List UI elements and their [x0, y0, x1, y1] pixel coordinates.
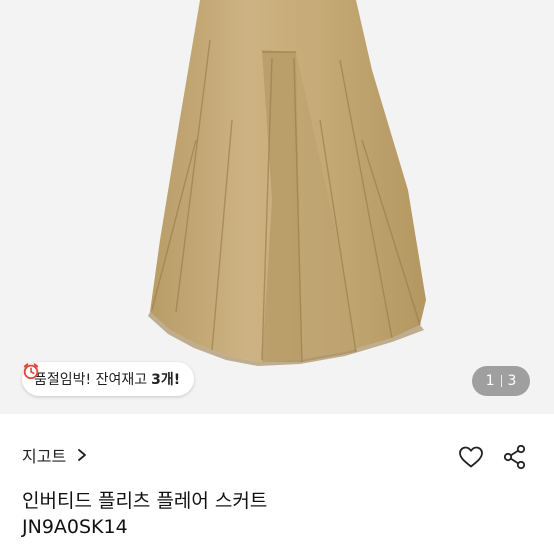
- heart-icon: [459, 446, 483, 468]
- skirt-image: [148, 0, 426, 366]
- product-image-area[interactable]: 품절임박! 잔여재고 3개! 1 3: [0, 0, 554, 414]
- chevron-right-icon: [78, 449, 87, 461]
- share-button[interactable]: [500, 442, 530, 472]
- brand-name: 지고트: [22, 447, 67, 466]
- pager-total: 3: [507, 373, 517, 389]
- stock-warning-text: 품절임박! 잔여재고: [34, 372, 148, 388]
- product-code: JN9A0SK14: [22, 516, 128, 538]
- product-actions: [456, 442, 530, 472]
- pager-divider: [500, 375, 502, 387]
- share-icon: [503, 444, 526, 470]
- alarm-clock-icon: [23, 363, 39, 380]
- brand-link[interactable]: 지고트: [22, 440, 88, 470]
- image-pager[interactable]: 1 3: [472, 366, 530, 396]
- pager-current: 1: [485, 373, 495, 389]
- like-button[interactable]: [456, 442, 486, 472]
- stock-warning-badge: 품절임박! 잔여재고 3개!: [22, 362, 195, 396]
- stock-quantity: 3개!: [151, 372, 181, 388]
- product-title: 인버티드 플리츠 플레어 스커트: [22, 490, 268, 512]
